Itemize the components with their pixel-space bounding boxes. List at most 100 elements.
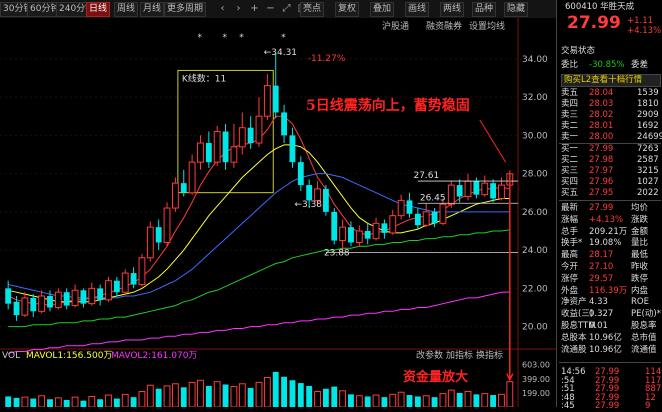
bid-label: 买三 bbox=[561, 166, 579, 176]
candle-body bbox=[422, 211, 430, 226]
chart-setting-tab[interactable]: 融资融券 bbox=[426, 20, 462, 32]
volume-bar bbox=[155, 388, 162, 407]
ask-volume: 2909 bbox=[637, 110, 659, 120]
candle-body bbox=[47, 296, 53, 308]
ask-volume: 1539 bbox=[637, 88, 659, 98]
stat-label: 最新 bbox=[561, 203, 579, 213]
stat-label: 最高 bbox=[561, 250, 579, 261]
price-tick-label: 30.00 bbox=[522, 131, 548, 141]
candle-body bbox=[30, 297, 37, 312]
candle-body bbox=[314, 188, 321, 201]
candle-body bbox=[389, 215, 397, 234]
price-tick-label: 26.00 bbox=[522, 208, 548, 218]
candle-body bbox=[71, 289, 79, 307]
stat-label: 总股本 bbox=[561, 332, 587, 343]
candle-body bbox=[197, 142, 204, 163]
ask-label: 卖三 bbox=[561, 110, 579, 120]
volume-bar bbox=[247, 388, 254, 407]
indicator-tab[interactable]: 换指标 bbox=[476, 349, 503, 361]
stat-value: 116.39万 bbox=[589, 285, 628, 296]
volume-bar bbox=[180, 387, 187, 407]
indicator-tab[interactable]: 加指标 bbox=[446, 349, 473, 361]
stat-value: 19.08% bbox=[589, 238, 622, 249]
candle-body bbox=[13, 301, 20, 316]
range-pct-label: -11.27% bbox=[308, 54, 346, 64]
stat-value: 27.10 bbox=[589, 262, 614, 272]
candle-body bbox=[255, 115, 263, 144]
candle-body bbox=[281, 112, 288, 136]
volume-tick-label: 199.00 bbox=[522, 389, 550, 398]
bid-label: 买一 bbox=[561, 144, 579, 154]
chart-setting-tab[interactable]: 设置均线 bbox=[469, 20, 505, 32]
volume-bar bbox=[306, 385, 313, 407]
candle-body bbox=[414, 213, 421, 226]
candle-body bbox=[473, 181, 480, 195]
volume-bar bbox=[13, 397, 20, 407]
candle-body bbox=[5, 288, 12, 304]
candle-body bbox=[364, 230, 371, 239]
candle-body bbox=[230, 146, 238, 163]
ask-label: 卖五 bbox=[561, 88, 579, 98]
candlestick-chart[interactable]: 34.00 32.00 30.00 28.00 26.00 24.00 22.00 20.00… bbox=[0, 0, 556, 407]
volume-bar bbox=[406, 395, 413, 407]
candle-body bbox=[213, 131, 221, 163]
trend-annotation: 5日线震荡向上，蓄势稳固 bbox=[306, 98, 470, 114]
candle-body bbox=[54, 291, 62, 308]
candle-body bbox=[481, 182, 489, 196]
candle-body bbox=[431, 211, 438, 224]
candle-body bbox=[155, 227, 162, 243]
stat-label: 跌停 bbox=[631, 273, 649, 284]
stat-label: 涨跌 bbox=[631, 214, 649, 225]
stat-label: 总手 bbox=[561, 226, 579, 237]
candle-body bbox=[130, 273, 137, 285]
candle-body bbox=[406, 200, 413, 214]
kline-count-label: K线数：11 bbox=[182, 72, 226, 84]
stat-label: 股息率 bbox=[631, 321, 657, 331]
stat-label: 净资产 bbox=[561, 297, 587, 308]
candle-body bbox=[238, 127, 246, 148]
event-marker-icon: * bbox=[197, 33, 202, 43]
bid-label: 买五 bbox=[561, 188, 579, 198]
volume-legend-item: VOL bbox=[2, 351, 20, 361]
stock-name: 600410 华胜天成 bbox=[565, 2, 635, 12]
volume-bar bbox=[431, 397, 438, 407]
ask-price: 28.00 bbox=[589, 132, 614, 142]
bid-volume: 1027 bbox=[637, 177, 659, 187]
weibi-label: 委比 bbox=[561, 60, 579, 70]
stat-value: 4.33 bbox=[589, 297, 608, 308]
bid-price: 27.95 bbox=[589, 188, 614, 198]
stats-divider bbox=[559, 200, 661, 201]
candle-body bbox=[322, 188, 329, 212]
l2-banner[interactable]: 购买L2查看十档行情 bbox=[561, 74, 661, 87]
bid-volume: 3215 bbox=[637, 166, 659, 176]
bid-volume: 2587 bbox=[637, 155, 659, 165]
candle-body bbox=[439, 203, 447, 224]
ticks-divider bbox=[559, 362, 661, 363]
last-price: 27.99 bbox=[567, 13, 621, 33]
stat-label: 内盘 bbox=[631, 285, 649, 296]
ask-price: 28.03 bbox=[589, 99, 614, 109]
ask-price: 28.04 bbox=[589, 88, 614, 98]
volume-bar bbox=[130, 397, 137, 407]
candle-body bbox=[348, 227, 354, 243]
price-tick-label: 22.00 bbox=[522, 284, 548, 294]
ask-volume: 24699 bbox=[637, 132, 662, 142]
weicha-label: 委差 bbox=[631, 60, 649, 70]
stat-label: 今开 bbox=[561, 262, 579, 272]
change-pct: +4.13% bbox=[627, 26, 662, 36]
candle-body bbox=[21, 297, 29, 316]
candle-body bbox=[397, 199, 405, 217]
chart-setting-tab[interactable]: 沪股通 bbox=[382, 20, 409, 32]
candle-body bbox=[447, 184, 455, 205]
bid-label: 买二 bbox=[561, 155, 579, 165]
candle-body bbox=[188, 161, 196, 194]
stat-label: 均价 bbox=[631, 203, 649, 213]
ask-price: 28.01 bbox=[589, 121, 614, 131]
ask-label: 卖二 bbox=[561, 121, 579, 131]
candle-body bbox=[456, 185, 463, 197]
candle-body bbox=[297, 162, 304, 186]
volume-bar bbox=[30, 398, 37, 407]
indicator-tab[interactable]: 改参数 bbox=[416, 349, 443, 361]
stat-value: 27.99 bbox=[589, 203, 614, 213]
stat-label: 流通股 bbox=[561, 344, 587, 355]
